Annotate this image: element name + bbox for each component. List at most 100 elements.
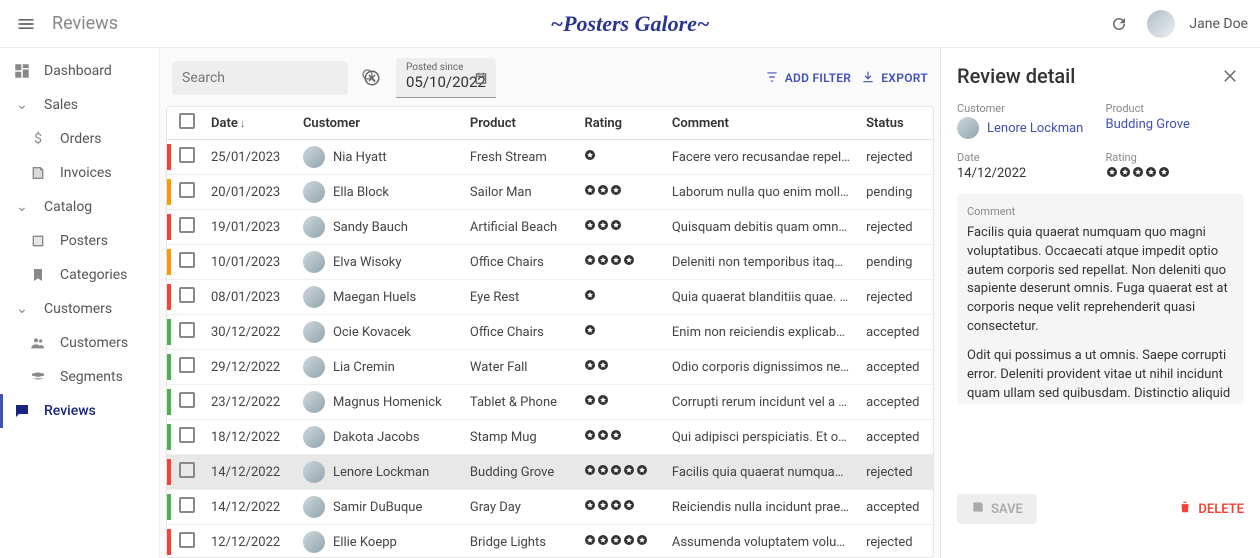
select-all-checkbox[interactable]	[179, 113, 195, 129]
star-icon	[584, 394, 596, 406]
table-row[interactable]: 10/01/2023Elva WisokyOffice ChairsDeleni…	[167, 245, 933, 280]
star-icon	[584, 254, 596, 266]
col-status[interactable]: Status	[858, 107, 933, 140]
star-icon	[610, 254, 622, 266]
row-checkbox[interactable]	[179, 217, 195, 233]
row-checkbox[interactable]	[179, 322, 195, 338]
table-row[interactable]: 08/01/2023Maegan HuelsEye RestQuia quaer…	[167, 280, 933, 315]
star-icon	[584, 289, 596, 301]
cell-rating	[576, 280, 663, 315]
nav-customers-section[interactable]: ⌄Customers	[0, 292, 159, 326]
image-icon	[28, 231, 48, 251]
star-icon	[597, 219, 609, 231]
close-icon[interactable]	[1216, 62, 1244, 90]
nav-dashboard[interactable]: Dashboard	[0, 54, 159, 88]
clear-filter-icon[interactable]	[358, 64, 386, 92]
trash-icon	[1178, 500, 1192, 518]
nav-label: Customers	[44, 301, 112, 317]
table-row[interactable]: 12/12/2022Ellie KoeppBridge LightsAssume…	[167, 525, 933, 558]
star-icon	[1158, 166, 1170, 178]
user-avatar[interactable]	[1147, 10, 1175, 38]
table-row[interactable]: 19/01/2023Sandy BauchArtificial BeachQui…	[167, 210, 933, 245]
row-checkbox[interactable]	[179, 147, 195, 163]
cell-rating	[576, 245, 663, 280]
customer-avatar	[303, 286, 325, 308]
save-button[interactable]: SAVE	[957, 494, 1037, 524]
cell-product: Water Fall	[462, 350, 577, 385]
search-field[interactable]	[182, 70, 360, 86]
cell-product: Stamp Mug	[462, 420, 577, 455]
delete-button[interactable]: DELETE	[1178, 500, 1244, 518]
star-icon	[584, 149, 596, 161]
table-row[interactable]: 14/12/2022Samir DuBuqueGray DayReiciendi…	[167, 490, 933, 525]
add-filter-button[interactable]: ADD FILTER	[765, 70, 852, 87]
nav-label: Dashboard	[44, 63, 112, 79]
col-product[interactable]: Product	[462, 107, 577, 140]
chevron-down-icon: ⌄	[12, 197, 32, 217]
cell-rating	[576, 490, 663, 525]
detail-product-label: Product	[1106, 102, 1245, 115]
search-input[interactable]	[172, 61, 348, 95]
table-row[interactable]: 23/12/2022Magnus HomenickTablet & PhoneC…	[167, 385, 933, 420]
col-customer[interactable]: Customer	[295, 107, 462, 140]
cell-comment: Enim non reiciendis explicabo expl…	[664, 315, 858, 350]
detail-comment[interactable]: Comment Facilis quia quaerat numquam quo…	[957, 194, 1244, 404]
row-checkbox[interactable]	[179, 252, 195, 268]
nav-sales[interactable]: ⌄Sales	[0, 88, 159, 122]
nav-segments[interactable]: Segments	[0, 360, 159, 394]
table-row[interactable]: 18/12/2022Dakota JacobsStamp MugQui adip…	[167, 420, 933, 455]
cell-customer: Ocie Kovacek	[333, 325, 411, 340]
nav-orders[interactable]: $Orders	[0, 122, 159, 156]
table-row[interactable]: 29/12/2022Lia CreminWater FallOdio corpo…	[167, 350, 933, 385]
nav-customers[interactable]: Customers	[0, 326, 159, 360]
row-checkbox[interactable]	[179, 357, 195, 373]
invoice-icon	[28, 163, 48, 183]
nav-categories[interactable]: Categories	[0, 258, 159, 292]
detail-customer-link[interactable]: Lenore Lockman	[987, 121, 1083, 136]
row-checkbox[interactable]	[179, 287, 195, 303]
nav-label: Posters	[60, 233, 108, 249]
cell-comment: Qui adipisci perspiciatis. Et odit lib…	[664, 420, 858, 455]
cell-date: 19/01/2023	[203, 210, 295, 245]
nav-reviews[interactable]: Reviews	[0, 394, 159, 428]
table-row[interactable]: 25/01/2023Nia HyattFresh StreamFacere ve…	[167, 140, 933, 175]
cell-status: rejected	[858, 210, 933, 245]
cell-status: rejected	[858, 455, 933, 490]
star-icon	[597, 254, 609, 266]
nav-label: Customers	[60, 335, 128, 351]
row-checkbox[interactable]	[179, 392, 195, 408]
col-rating[interactable]: Rating	[576, 107, 663, 140]
table-row[interactable]: 20/01/2023Ella BlockSailor ManLaborum nu…	[167, 175, 933, 210]
customer-avatar	[303, 251, 325, 273]
customer-avatar	[303, 321, 325, 343]
table-row[interactable]: 14/12/2022Lenore LockmanBudding GroveFac…	[167, 455, 933, 490]
table-row[interactable]: 30/12/2022Ocie KovacekOffice ChairsEnim …	[167, 315, 933, 350]
star-icon	[597, 534, 609, 546]
star-icon	[623, 254, 635, 266]
nav-posters[interactable]: Posters	[0, 224, 159, 258]
reviews-table: Date↓ Customer Product Rating Comment St…	[166, 106, 934, 558]
refresh-icon[interactable]	[1105, 10, 1133, 38]
posted-since-filter[interactable]: Posted since 05/10/2022	[396, 58, 496, 98]
add-filter-label: ADD FILTER	[785, 71, 852, 85]
export-button[interactable]: EXPORT	[861, 70, 928, 87]
nav-invoices[interactable]: Invoices	[0, 156, 159, 190]
nav-catalog[interactable]: ⌄Catalog	[0, 190, 159, 224]
save-label: SAVE	[991, 502, 1023, 517]
cell-date: 25/01/2023	[203, 140, 295, 175]
bookmark-icon	[28, 265, 48, 285]
row-checkbox[interactable]	[179, 532, 195, 548]
calendar-icon	[474, 71, 488, 89]
filter-icon	[765, 70, 779, 87]
row-checkbox[interactable]	[179, 462, 195, 478]
col-date[interactable]: Date↓	[203, 107, 295, 140]
hamburger-icon[interactable]	[12, 10, 40, 38]
col-comment[interactable]: Comment	[664, 107, 858, 140]
nav-label: Segments	[60, 369, 123, 385]
row-checkbox[interactable]	[179, 182, 195, 198]
detail-product-link[interactable]: Budding Grove	[1106, 117, 1245, 132]
detail-title: Review detail	[957, 64, 1075, 88]
cell-date: 20/01/2023	[203, 175, 295, 210]
row-checkbox[interactable]	[179, 427, 195, 443]
row-checkbox[interactable]	[179, 497, 195, 513]
